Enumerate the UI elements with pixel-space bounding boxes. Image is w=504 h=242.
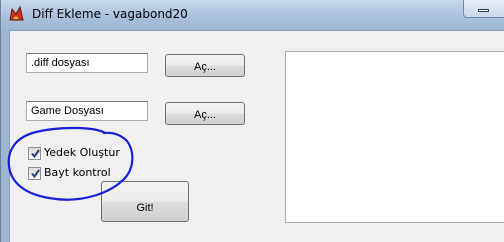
byte-check-checkbox[interactable]: Bayt kontrol [28,165,148,181]
backup-checkbox-label: Yedek Oluştur [44,146,120,159]
game-open-button-label: Aç... [193,108,216,121]
output-textbox[interactable] [285,51,504,223]
checkmark-icon [31,149,40,159]
game-open-button[interactable]: Aç... [165,102,245,125]
window-title: Diff Ekleme - vagabond20 [32,7,188,21]
diff-file-field[interactable] [26,53,148,73]
title-bar[interactable]: Diff Ekleme - vagabond20 [1,0,504,30]
diff-open-button[interactable]: Aç... [165,54,245,77]
byte-check-checkbox-label: Bayt kontrol [44,166,111,179]
backup-checkbox[interactable]: Yedek Oluştur [28,145,148,161]
app-icon [9,5,24,21]
minimize-button[interactable] [463,0,504,18]
checkmark-icon [31,169,40,179]
game-file-field[interactable] [26,101,148,121]
app-window: Diff Ekleme - vagabond20 Aç... Aç... Yed… [0,0,504,242]
go-button-label: Git! [136,201,154,214]
backup-checkbox-box[interactable] [28,147,41,160]
go-button[interactable]: Git! [101,181,189,222]
byte-check-checkbox-box[interactable] [28,167,41,180]
diff-open-button-label: Aç... [193,60,216,73]
minimize-icon [478,9,489,12]
